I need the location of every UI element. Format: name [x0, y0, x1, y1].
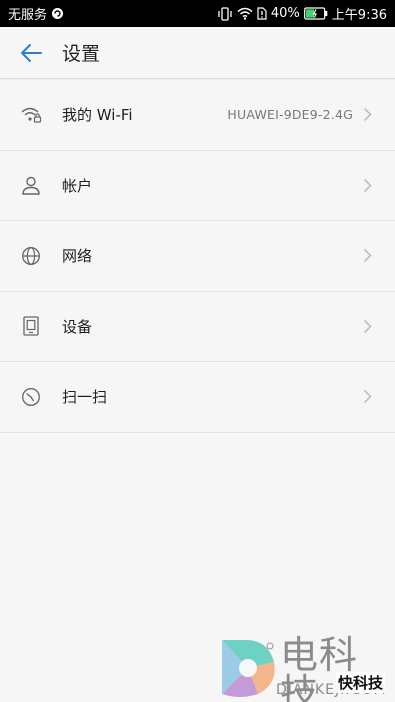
row-label: 帐户	[62, 176, 93, 195]
vibrate-icon	[217, 6, 233, 21]
watermark: 电科技 DIANKEJI.COM 快科技	[218, 630, 395, 702]
sim-alert-icon	[257, 7, 267, 20]
back-button[interactable]	[0, 27, 62, 79]
page-title: 设置	[62, 43, 101, 65]
carrier-label: 无服务	[8, 8, 48, 23]
watermark-badge: 快科技	[336, 672, 386, 693]
chevron-right-icon	[363, 319, 387, 334]
row-label: 我的 Wi-Fi	[62, 106, 133, 125]
settings-list: 我的 Wi-Fi HUAWEI-9DE9-2.4G 帐户 网络 设备 扫一扫	[0, 80, 395, 433]
row-label: 扫一扫	[62, 388, 108, 407]
wifi-icon	[237, 7, 253, 20]
status-bar: 无服务 40% 上午9:36	[0, 0, 395, 27]
chevron-right-icon	[363, 107, 387, 122]
row-label: 网络	[62, 247, 93, 266]
row-scan[interactable]: 扫一扫	[0, 362, 395, 433]
chevron-right-icon	[363, 248, 387, 263]
notification-icon	[51, 7, 64, 20]
back-arrow-icon	[21, 43, 42, 62]
person-icon	[0, 150, 62, 220]
row-label: 设备	[62, 317, 93, 336]
chevron-right-icon	[363, 178, 387, 193]
globe-icon	[0, 221, 62, 291]
app-bar: 设置	[0, 27, 395, 79]
row-device[interactable]: 设备	[0, 291, 395, 362]
chevron-right-icon	[363, 389, 387, 404]
row-account[interactable]: 帐户	[0, 150, 395, 221]
scan-icon	[0, 362, 62, 432]
battery-charging-icon	[303, 7, 328, 20]
wifi-network-name: HUAWEI-9DE9-2.4G	[227, 107, 353, 123]
wifi-lock-icon	[0, 80, 62, 150]
watermark-logo-icon	[222, 640, 275, 697]
clock: 上午9:36	[331, 8, 387, 23]
row-network[interactable]: 网络	[0, 221, 395, 292]
row-my-wifi[interactable]: 我的 Wi-Fi HUAWEI-9DE9-2.4G	[0, 80, 395, 151]
device-icon	[0, 291, 62, 361]
battery-percent: 40%	[270, 6, 300, 21]
